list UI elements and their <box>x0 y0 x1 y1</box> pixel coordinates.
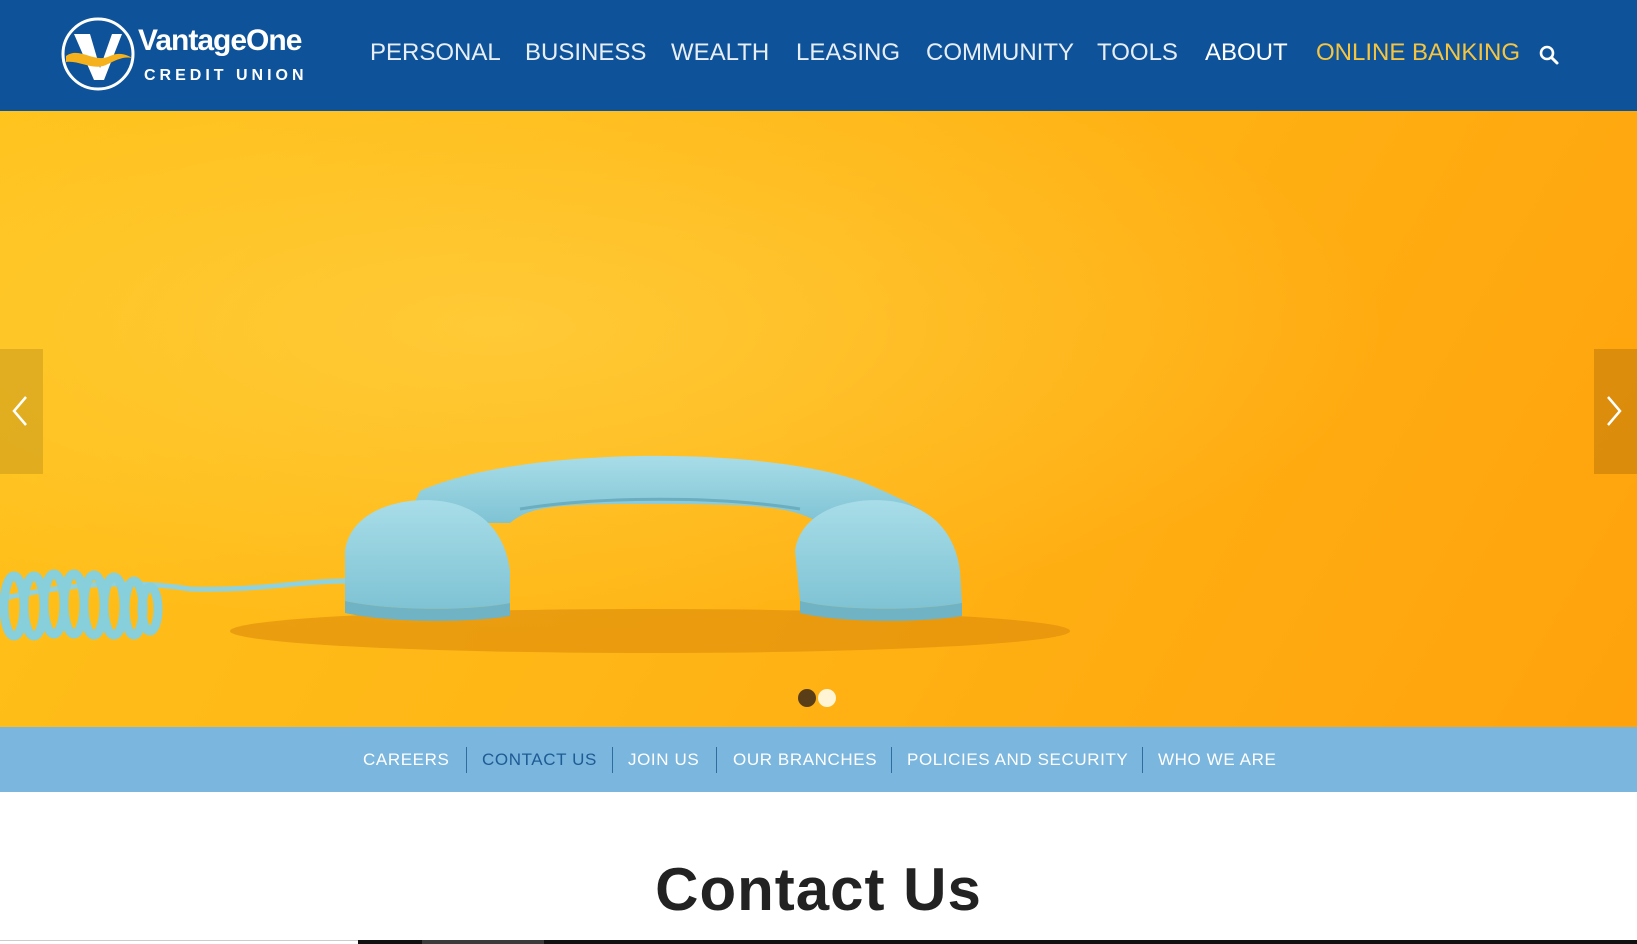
page-title: Contact Us <box>655 856 982 923</box>
subnav-contact-us[interactable]: CONTACT US <box>482 750 597 770</box>
hero-slider <box>0 111 1637 727</box>
nav-wealth[interactable]: WEALTH <box>671 39 769 67</box>
site-header: VantageOne CREDIT UNION PERSONAL BUSINES… <box>0 0 1637 111</box>
chevron-left-icon <box>12 396 27 426</box>
chevron-right-icon <box>1607 396 1622 426</box>
content-bar <box>358 940 1637 944</box>
nav-about[interactable]: ABOUT <box>1205 39 1288 67</box>
nav-online-banking[interactable]: ONLINE BANKING <box>1316 39 1520 67</box>
slider-pagination <box>798 689 838 709</box>
divider <box>466 747 467 773</box>
slider-next-button[interactable] <box>1594 349 1637 474</box>
search-icon[interactable] <box>1538 44 1560 66</box>
telephone-handset-image <box>0 455 1070 653</box>
subnav-our-branches[interactable]: OUR BRANCHES <box>733 750 877 770</box>
slide-dot-2[interactable] <box>818 689 836 707</box>
slider-prev-button[interactable] <box>0 349 43 474</box>
nav-business[interactable]: BUSINESS <box>525 39 646 67</box>
divider <box>0 940 358 941</box>
nav-personal[interactable]: PERSONAL <box>370 39 501 67</box>
nav-tools[interactable]: TOOLS <box>1097 39 1178 67</box>
nav-community[interactable]: COMMUNITY <box>926 39 1074 67</box>
divider <box>1142 747 1143 773</box>
divider <box>716 747 717 773</box>
nav-leasing[interactable]: LEASING <box>796 39 900 67</box>
divider <box>891 747 892 773</box>
divider <box>612 747 613 773</box>
about-subnav: CAREERS CONTACT US JOIN US OUR BRANCHES … <box>0 727 1637 792</box>
subnav-careers[interactable]: CAREERS <box>363 750 449 770</box>
subnav-policies-and-security[interactable]: POLICIES AND SECURITY <box>907 750 1128 770</box>
subnav-who-we-are[interactable]: WHO WE ARE <box>1158 750 1276 770</box>
content-bar-segment <box>422 940 544 944</box>
subnav-join-us[interactable]: JOIN US <box>628 750 699 770</box>
main-nav: PERSONAL BUSINESS WEALTH LEASING COMMUNI… <box>0 0 1637 111</box>
slide-dot-1[interactable] <box>798 689 816 707</box>
